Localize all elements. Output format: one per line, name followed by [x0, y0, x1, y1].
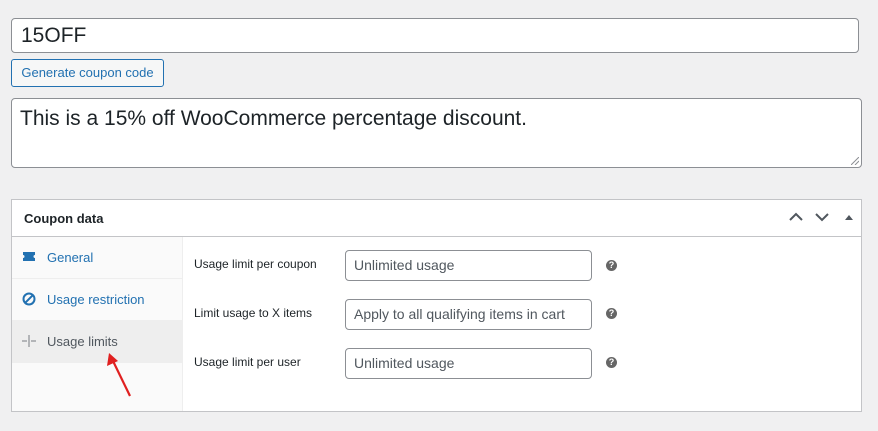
coupon-tabs: General Usage restriction Usage limits	[12, 237, 183, 411]
limits-icon	[22, 335, 36, 347]
ban-icon	[22, 292, 36, 306]
coupon-description-textarea[interactable]: This is a 15% off WooCommerce percentage…	[11, 98, 862, 168]
usage-limit-per-coupon-label: Usage limit per coupon	[194, 257, 317, 271]
panel-title: Coupon data	[24, 211, 104, 226]
toggle-triangle-icon[interactable]	[841, 209, 857, 225]
coupon-code-input[interactable]: 15OFF	[11, 18, 859, 53]
resize-handle-icon[interactable]	[851, 157, 859, 165]
limit-usage-items-input[interactable]: Apply to all qualifying items in cart	[345, 299, 592, 330]
usage-limit-per-user-label: Usage limit per user	[194, 355, 301, 369]
tab-usage-limits[interactable]: Usage limits	[12, 321, 182, 363]
tab-usage-restriction[interactable]: Usage restriction	[12, 279, 182, 321]
annotation-arrow-icon	[107, 353, 131, 397]
chevron-down-icon[interactable]	[814, 209, 830, 225]
tab-label: General	[47, 250, 94, 265]
tab-general[interactable]: General	[12, 237, 182, 279]
help-icon[interactable]: ?	[606, 260, 617, 271]
ticket-icon	[23, 252, 35, 261]
generate-coupon-button[interactable]: Generate coupon code	[11, 59, 164, 87]
description-text: This is a 15% off WooCommerce percentage…	[20, 107, 527, 130]
coupon-data-panel: Coupon data General Usage restriction Us…	[11, 199, 862, 412]
tab-label: Usage restriction	[47, 292, 145, 307]
usage-limit-per-coupon-input[interactable]: Unlimited usage	[345, 250, 592, 281]
limit-usage-items-label: Limit usage to X items	[194, 306, 313, 320]
help-icon[interactable]: ?	[606, 357, 617, 368]
help-icon[interactable]: ?	[606, 308, 617, 319]
usage-limit-per-user-input[interactable]: Unlimited usage	[345, 348, 592, 379]
tab-label: Usage limits	[47, 334, 118, 349]
panel-header: Coupon data	[12, 200, 861, 237]
chevron-up-icon[interactable]	[788, 209, 804, 225]
